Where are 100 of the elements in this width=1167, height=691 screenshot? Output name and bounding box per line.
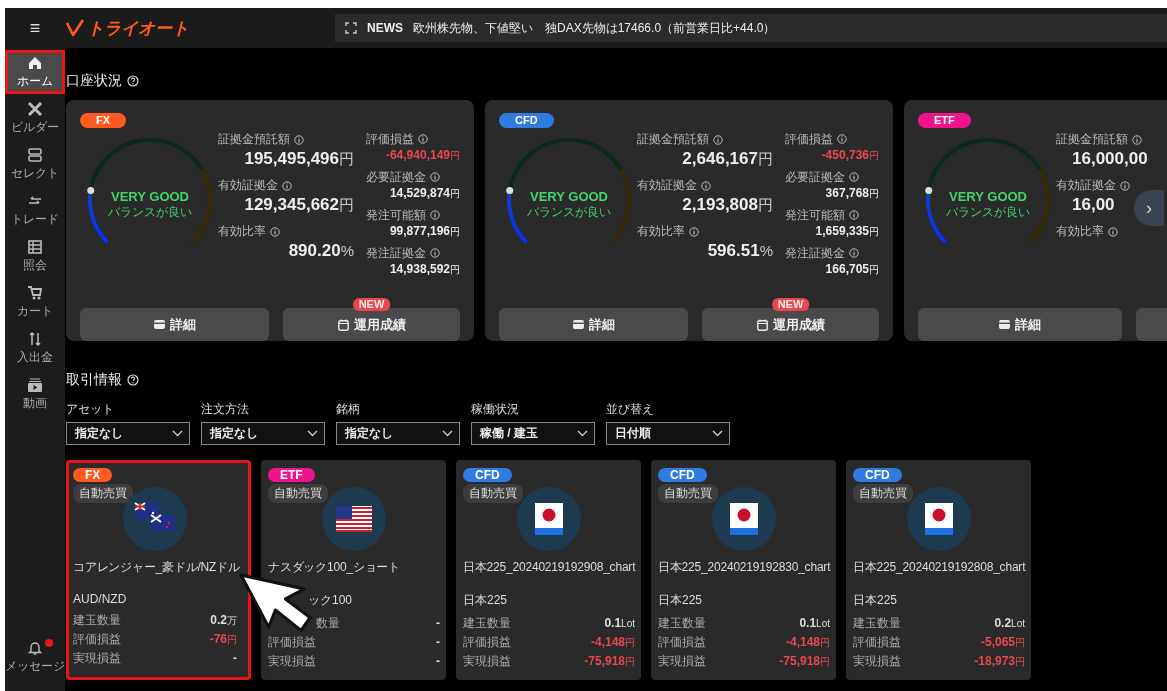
performance-button[interactable]: 運用成績 (702, 308, 879, 341)
nav-item[interactable]: セレクト (5, 142, 65, 186)
info-icon[interactable] (430, 248, 440, 258)
info-icon[interactable] (713, 134, 723, 145)
symbol-text: 日本225 (658, 592, 704, 609)
detail-button[interactable]: 詳細 (499, 308, 688, 341)
asset-badge: CFD (463, 468, 512, 482)
row-value: -18,973円 (974, 653, 1025, 669)
nav-item[interactable]: 動画 (5, 372, 65, 416)
mode-tag: 自動売買 (853, 484, 913, 503)
performance-button[interactable]: 運用成績 (283, 308, 460, 341)
menu-icon[interactable]: ≡ (5, 17, 65, 39)
row-value: - (436, 616, 440, 630)
strategy-card[interactable]: CFD 自動売買 日本225_20240219192908_chart 日本225 建玉数量 0.1Lot 評価損益 -4,148円 実現損益 -75,918円 (456, 460, 641, 680)
new-badge: NEW (352, 298, 391, 311)
stat-label: 評価損益 (366, 130, 414, 148)
flag-icon (907, 487, 971, 551)
info-icon[interactable] (849, 248, 859, 258)
strategy-card[interactable]: ETF 自動売買 ナスダック100_ショート ック100 数量 - 評価損益 - 実現損益 - (261, 460, 446, 680)
filter-label: 銘柄 (336, 401, 361, 418)
balance-note: バランスが良い (108, 204, 192, 221)
card-icon (153, 320, 165, 329)
row-label: 評価損益 (853, 633, 901, 651)
row-label: 実現損益 (268, 652, 316, 670)
symbol-text: 日本225 (853, 592, 899, 609)
row-value: - (233, 651, 237, 665)
balance-note: バランスが良い (527, 204, 611, 221)
stat-label: 有効証拠金 (218, 177, 278, 194)
info-icon[interactable] (1108, 226, 1118, 237)
symbol-text: ック100 (307, 592, 354, 609)
asset-badge: FX (80, 113, 127, 128)
logo-text: トライオート (87, 17, 189, 40)
stat-label: 証拠金預託額 (218, 131, 290, 148)
info-icon[interactable] (418, 134, 428, 144)
detail-button[interactable]: 詳細 (918, 308, 1122, 341)
section-title: 取引情報 (66, 371, 122, 389)
info-icon[interactable] (837, 134, 847, 144)
strategy-name: 日本225_20240219192830_chart (658, 559, 830, 576)
asset-badge: CFD (658, 468, 707, 482)
stat-value: 166,705円 (824, 262, 879, 278)
strategy-card[interactable]: CFD 自動売買 日本225_20240219192830_chart 日本225 建玉数量 0.1Lot 評価損益 -4,148円 実現損益 -75,918円 (651, 460, 836, 680)
row-label: 建玉数量 (73, 611, 121, 629)
nav-item[interactable]: カート (5, 280, 65, 324)
info-icon[interactable] (294, 134, 304, 145)
row-label: 建玉数量 (658, 614, 706, 632)
help-icon[interactable] (127, 75, 139, 87)
stat-value: 1,659,335円 (814, 224, 879, 240)
help-icon[interactable] (127, 374, 139, 386)
filter-dropdown[interactable]: 日付順 (606, 422, 730, 445)
logo-mark-icon (65, 18, 85, 38)
info-icon[interactable] (282, 180, 292, 191)
info-icon[interactable] (849, 172, 859, 182)
info-icon[interactable] (701, 180, 711, 191)
nav-item[interactable]: 入出金 (5, 326, 65, 370)
row-value: - (436, 654, 440, 668)
info-icon[interactable] (270, 226, 280, 237)
strategy-name: 日本225_20240219192808_chart (853, 559, 1025, 576)
mode-tag: 自動売買 (658, 484, 718, 503)
balance-note: バランスが良い (946, 204, 1030, 221)
stat-label: 有効比率 (218, 223, 266, 240)
info-icon[interactable] (430, 172, 440, 182)
detail-button[interactable]: 詳細 (80, 308, 269, 341)
nav-item[interactable]: ビルダー (5, 96, 65, 140)
new-badge: NEW (771, 298, 810, 311)
nav-item[interactable]: メッセージ (5, 635, 65, 679)
strategy-card[interactable]: FX 自動売買 コアレンジャー_豪ドル/NZドル AUD/NZD 建玉数量 0.2万 評価損益 -76円 実現損益 - (66, 460, 251, 680)
filter-label: 並び替え (606, 401, 655, 418)
filter-dropdown[interactable]: 稼働 / 建玉 (471, 422, 595, 445)
card-icon (999, 320, 1010, 329)
info-icon[interactable] (689, 226, 699, 237)
row-label: 評価損益 (658, 633, 706, 651)
nav-item[interactable]: 照会 (5, 234, 65, 278)
stat-value: 596.51% (707, 242, 773, 259)
row-value: - (436, 635, 440, 649)
strategy-card[interactable]: CFD 自動売買 日本225_20240219192808_chart 日本225 建玉数量 0.2Lot 評価損益 -5,065円 実現損益 -18,973円 (846, 460, 1031, 680)
bell-icon (27, 639, 43, 656)
row-value: 0.1Lot (799, 616, 830, 630)
row-label: 実現損益 (463, 652, 511, 670)
row-label: 実現損益 (73, 649, 121, 667)
filter-dropdown[interactable]: 指定なし (201, 422, 325, 445)
news-ticker[interactable]: NEWS 欧州株先物、下値堅い 独DAX先物は17466.0（前営業日比+44.0） (335, 14, 1167, 42)
stat-value: 367,768円 (824, 186, 879, 202)
info-icon[interactable] (430, 210, 440, 220)
expand-icon[interactable] (345, 22, 357, 34)
video-icon (27, 376, 43, 393)
mode-tag: 自動売買 (73, 484, 133, 503)
nav-item[interactable]: ホーム (5, 50, 65, 94)
filter-dropdown[interactable]: 指定なし (336, 422, 460, 445)
stat-label: 有効証拠金 (1056, 177, 1116, 194)
row-value: 0.2万 (210, 612, 237, 628)
info-icon[interactable] (1120, 180, 1130, 191)
nav-item[interactable]: トレード (5, 188, 65, 232)
news-label: NEWS (367, 21, 403, 35)
mode-tag: 自動売買 (268, 484, 328, 503)
stat-label: 必要証拠金 (785, 168, 845, 186)
info-icon[interactable] (1132, 134, 1142, 145)
stat-label: 発注証拠金 (785, 244, 845, 262)
info-icon[interactable] (849, 210, 859, 220)
row-value: 0.2Lot (994, 616, 1025, 630)
filter-dropdown[interactable]: 指定なし (66, 422, 190, 445)
